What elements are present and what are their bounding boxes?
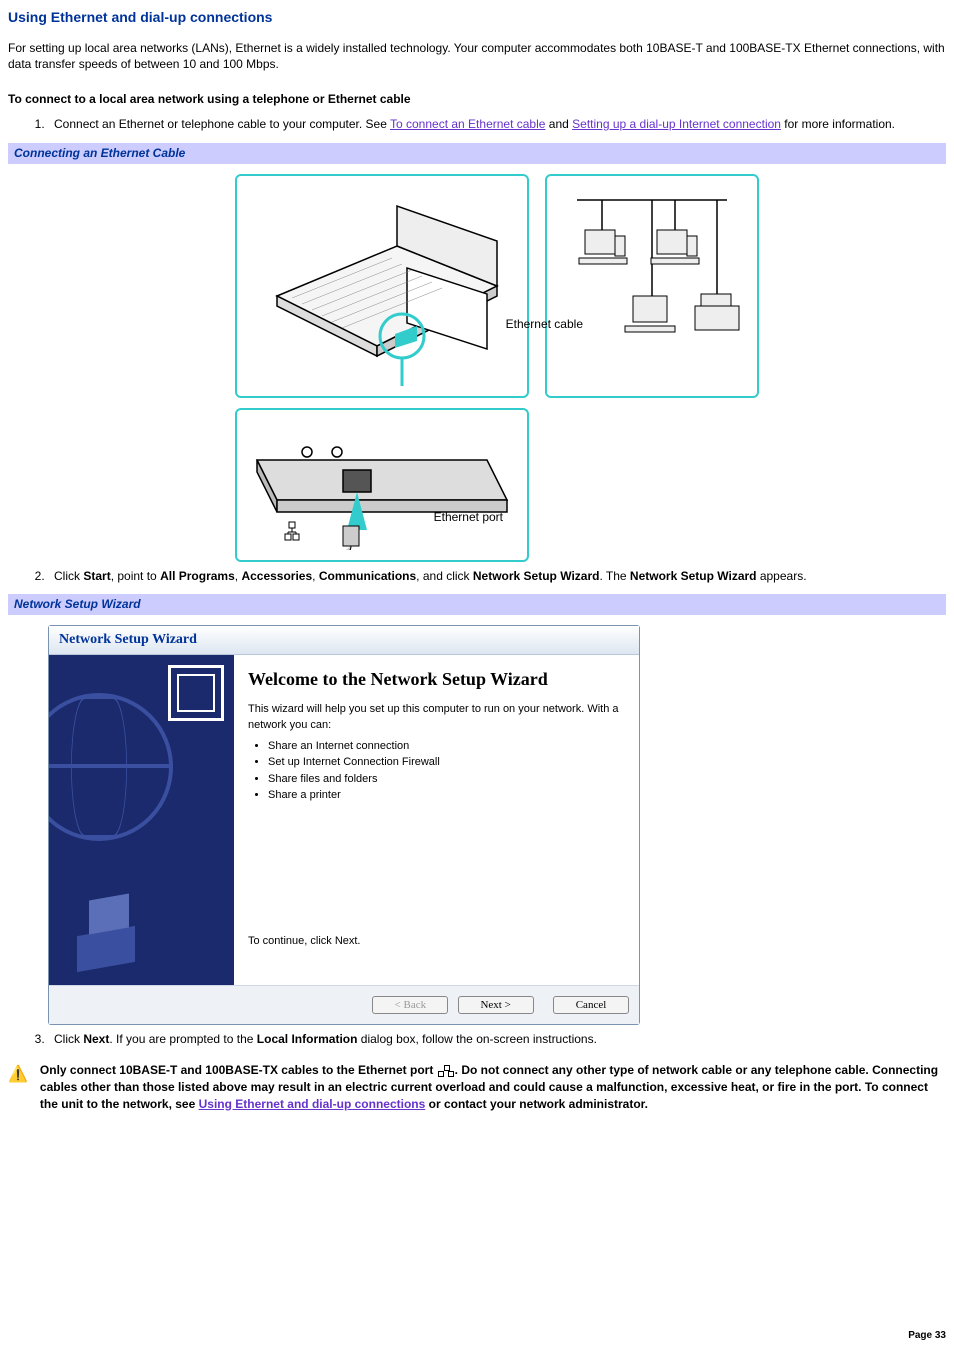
label-ethernet-port: Ethernet port [434, 509, 503, 526]
label-ethernet-cable: Ethernet cable [506, 316, 583, 333]
wizard-titlebar: Network Setup Wizard [49, 626, 639, 655]
step-2: Click Start, point to All Programs, Acce… [48, 568, 946, 585]
wizard-bullets: Share an Internet connection Set up Inte… [254, 739, 621, 804]
step-1: Connect an Ethernet or telephone cable t… [48, 116, 946, 133]
wizard-heading: Welcome to the Network Setup Wizard [248, 669, 621, 690]
link-using-ethernet[interactable]: Using Ethernet and dial-up connections [199, 1097, 426, 1111]
figure1: Ethernet cable [8, 174, 946, 562]
page-number: Page 33 [908, 1329, 946, 1343]
wizard-desc: This wizard will help you set up this co… [248, 702, 621, 733]
warning-block: ⚠️ Only connect 10BASE-T and 100BASE-TX … [8, 1062, 946, 1112]
subheading: To connect to a local area network using… [8, 91, 946, 108]
link-connect-ethernet[interactable]: To connect an Ethernet cable [390, 117, 545, 131]
intro-text: For setting up local area networks (LANs… [8, 40, 946, 74]
wizard-dialog: Network Setup Wizard Welcome to the Netw… [48, 625, 640, 1025]
figure2-caption: Network Setup Wizard [8, 594, 946, 615]
ethernet-port-icon [437, 1065, 455, 1077]
link-dialup-setup[interactable]: Setting up a dial-up Internet connection [572, 117, 781, 131]
wizard-sidebar-graphic [49, 655, 234, 985]
figure1-caption: Connecting an Ethernet Cable [8, 143, 946, 164]
cancel-button[interactable]: Cancel [553, 996, 629, 1014]
back-button: < Back [372, 996, 448, 1014]
warning-icon: ⚠️ [8, 1064, 28, 1086]
wizard-continue: To continue, click Next. [248, 934, 621, 949]
next-button[interactable]: Next > [458, 996, 534, 1014]
page-title: Using Ethernet and dial-up connections [8, 8, 946, 28]
step-3: Click Next. If you are prompted to the L… [48, 1031, 946, 1048]
